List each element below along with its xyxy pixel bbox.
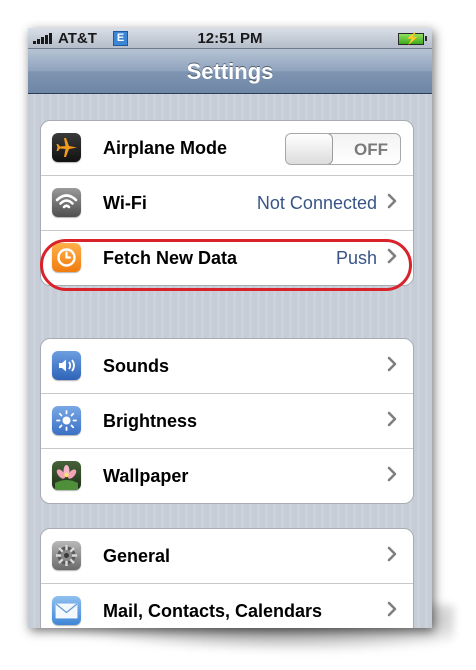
settings-row-mail-contacts-calendars[interactable]: Mail, Contacts, Calendars — [41, 584, 413, 628]
settings-row-airplane-mode[interactable]: Airplane Mode OFF — [41, 121, 413, 176]
chevron-right-icon — [387, 411, 397, 427]
settings-row-sounds[interactable]: Sounds — [41, 339, 413, 394]
charging-bolt-icon: ⚡ — [405, 31, 420, 45]
chevron-right-icon — [387, 466, 397, 482]
wifi-highlight-annotation — [40, 239, 412, 291]
chevron-right-icon — [387, 356, 397, 372]
toggle-knob[interactable] — [286, 134, 333, 164]
settings-row-wallpaper[interactable]: Wallpaper — [41, 449, 413, 503]
settings-group-general: General Mail, Contacts, Calendars — [40, 528, 414, 628]
settings-row-wifi[interactable]: Wi-Fi Not Connected — [41, 176, 413, 231]
phone-screen: AT&T E 12:51 PM ⚡ Settings Airplane Mode… — [28, 28, 432, 628]
settings-row-label: Sounds — [103, 356, 169, 376]
status-bar: AT&T E 12:51 PM ⚡ — [28, 28, 432, 49]
airplane-icon — [52, 133, 81, 162]
flower-icon — [52, 461, 81, 490]
settings-row-brightness[interactable]: Brightness — [41, 394, 413, 449]
airplane-mode-toggle[interactable]: OFF — [285, 133, 401, 165]
speaker-icon — [52, 351, 81, 380]
settings-row-label: Mail, Contacts, Calendars — [103, 601, 323, 621]
chevron-right-icon — [387, 601, 397, 617]
battery-charging-icon: ⚡ — [398, 31, 427, 45]
page-title: Settings — [186, 59, 274, 84]
wifi-icon — [52, 188, 81, 217]
wifi-status-value: Not Connected — [256, 193, 377, 213]
settings-row-label: Airplane Mode — [103, 138, 228, 158]
status-time: 12:51 PM — [197, 30, 263, 47]
envelope-icon — [52, 596, 81, 625]
settings-row-general[interactable]: General — [41, 529, 413, 584]
settings-row-label: General — [103, 546, 171, 566]
settings-list: Airplane Mode OFF Wi-Fi Not Connected Fe… — [28, 94, 432, 628]
settings-row-label: Wallpaper — [103, 466, 189, 486]
navigation-bar: Settings — [28, 49, 432, 94]
chevron-right-icon — [387, 546, 397, 562]
settings-row-label: Brightness — [103, 411, 198, 431]
gear-icon — [52, 541, 81, 570]
sun-icon — [52, 406, 81, 435]
chevron-right-icon — [387, 193, 397, 209]
settings-row-label: Wi-Fi — [103, 193, 147, 213]
settings-group-display: Sounds Brightness Wallpaper — [40, 338, 414, 504]
toggle-state-label: OFF — [354, 140, 388, 159]
